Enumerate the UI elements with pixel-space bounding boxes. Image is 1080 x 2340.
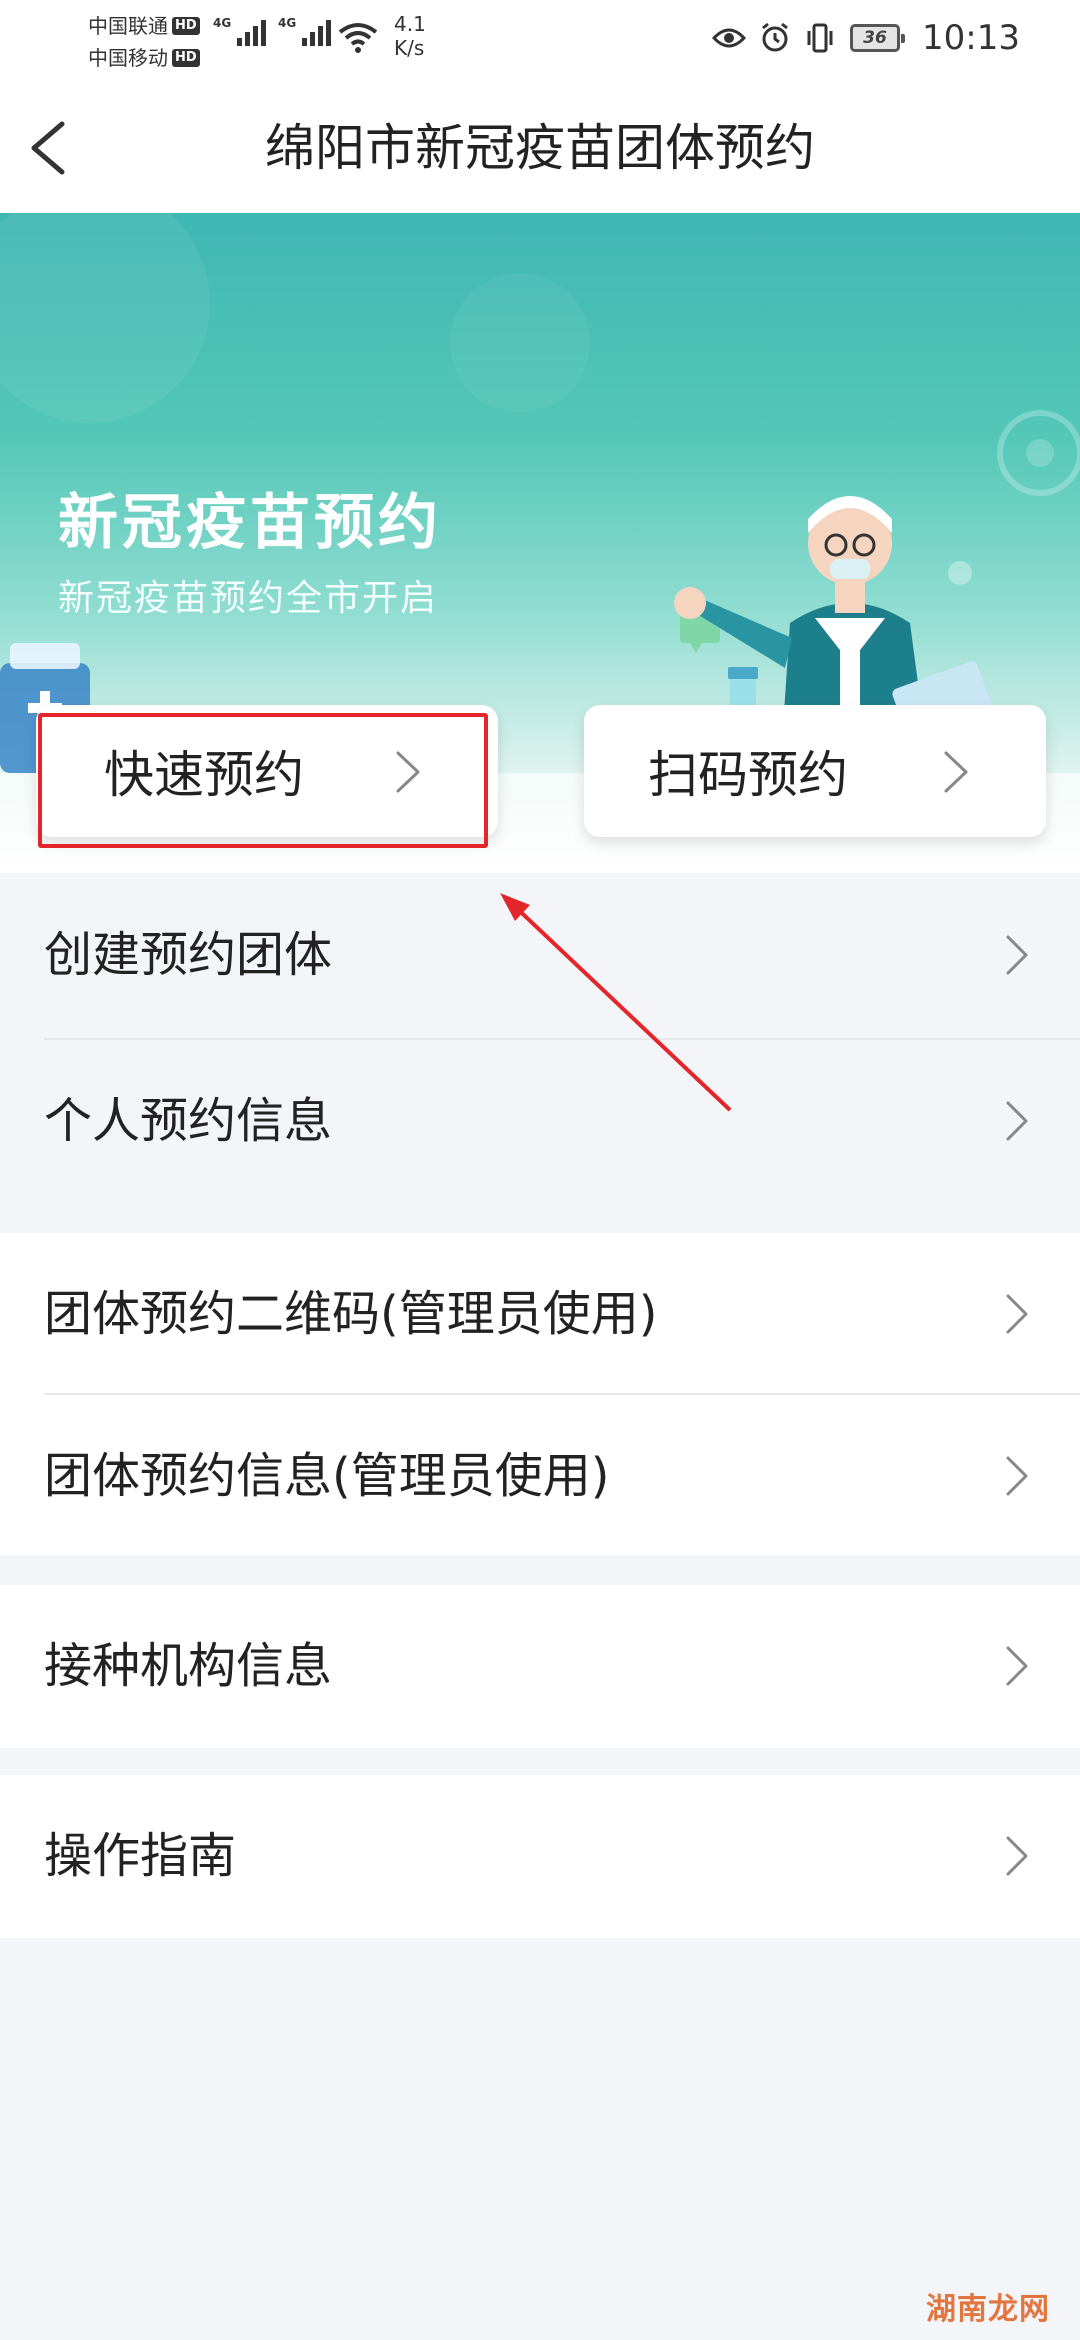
chevron-right-icon bbox=[1006, 1101, 1028, 1141]
menu-item-label: 接种机构信息 bbox=[44, 1638, 333, 1694]
battery-icon: 36 bbox=[850, 24, 906, 52]
eye-icon bbox=[712, 28, 747, 48]
banner-subtitle: 新冠疫苗预约全市开启 bbox=[58, 578, 439, 619]
menu-item-label: 个人预约信息 bbox=[44, 1093, 333, 1149]
page-title: 绵阳市新冠疫苗团体预约 bbox=[265, 119, 815, 177]
status-bar: 中国联通 HD 中国移动 HD 4G 4G 4.1 K/s 36 10:13 bbox=[0, 0, 1080, 80]
menu-item-create-group[interactable]: 创建预约团体 bbox=[0, 870, 1080, 1040]
watermark: 湖南龙网 bbox=[926, 2292, 1050, 2327]
hero-banner: 新冠疫苗预约 新冠疫苗预约全市开启 bbox=[0, 213, 1080, 773]
nav-bar: 绵阳市新冠疫苗团体预约 bbox=[0, 80, 1080, 213]
menu-group-institutions: 接种机构信息 bbox=[0, 1585, 1080, 1748]
menu-item-label: 团体预约二维码(管理员使用) bbox=[44, 1286, 658, 1342]
banner-title: 新冠疫苗预约 bbox=[58, 488, 442, 558]
alarm-icon bbox=[762, 22, 788, 52]
menu-item-group-qrcode[interactable]: 团体预约二维码(管理员使用) bbox=[0, 1233, 1080, 1395]
signal-bars-1: 4G bbox=[213, 16, 266, 46]
signal-bars-2: 4G bbox=[278, 16, 331, 46]
vibrate-icon bbox=[807, 23, 833, 53]
speed-value: 4.1 bbox=[394, 12, 426, 36]
menu-item-group-info[interactable]: 团体预约信息(管理员使用) bbox=[0, 1395, 1080, 1557]
carrier-1: 中国联通 bbox=[88, 14, 168, 38]
menu-item-operation-guide[interactable]: 操作指南 bbox=[0, 1775, 1080, 1937]
signal-icon: 4G 4G bbox=[213, 16, 331, 46]
hd-badge: HD bbox=[172, 49, 200, 67]
menu-item-personal-booking[interactable]: 个人预约信息 bbox=[0, 1040, 1080, 1202]
scan-booking-button[interactable]: 扫码预约 bbox=[584, 705, 1046, 837]
menu-group-admin: 团体预约二维码(管理员使用) 团体预约信息(管理员使用) bbox=[0, 1233, 1080, 1555]
network-gen-label: 4G bbox=[278, 16, 297, 30]
chevron-right-icon bbox=[1006, 1836, 1028, 1876]
chevron-right-icon bbox=[944, 751, 968, 793]
hd-badge: HD bbox=[172, 17, 200, 35]
menu-item-label: 操作指南 bbox=[44, 1828, 237, 1884]
chevron-right-icon bbox=[1006, 1294, 1028, 1334]
menu-item-label: 创建预约团体 bbox=[44, 927, 333, 983]
chevron-right-icon bbox=[1006, 1646, 1028, 1686]
menu-group-personal: 创建预约团体 个人预约信息 bbox=[0, 870, 1080, 1205]
network-gen-label: 4G bbox=[213, 16, 232, 30]
carrier-2: 中国移动 bbox=[88, 46, 168, 70]
annotation-highlight-box bbox=[38, 713, 488, 848]
wifi-icon bbox=[338, 23, 378, 53]
carrier-info: 中国联通 HD 中国移动 HD bbox=[88, 10, 200, 74]
status-right: 36 10:13 bbox=[712, 18, 1020, 58]
menu-item-vaccination-sites[interactable]: 接种机构信息 bbox=[0, 1585, 1080, 1747]
network-speed: 4.1 K/s bbox=[394, 12, 426, 60]
speed-unit: K/s bbox=[394, 36, 425, 60]
scan-booking-label: 扫码预约 bbox=[648, 746, 848, 804]
chevron-right-icon bbox=[1006, 935, 1028, 975]
chevron-right-icon bbox=[1006, 1456, 1028, 1496]
clock: 10:13 bbox=[922, 18, 1020, 58]
menu-group-guide: 操作指南 bbox=[0, 1775, 1080, 1938]
menu-item-label: 团体预约信息(管理员使用) bbox=[44, 1448, 610, 1504]
